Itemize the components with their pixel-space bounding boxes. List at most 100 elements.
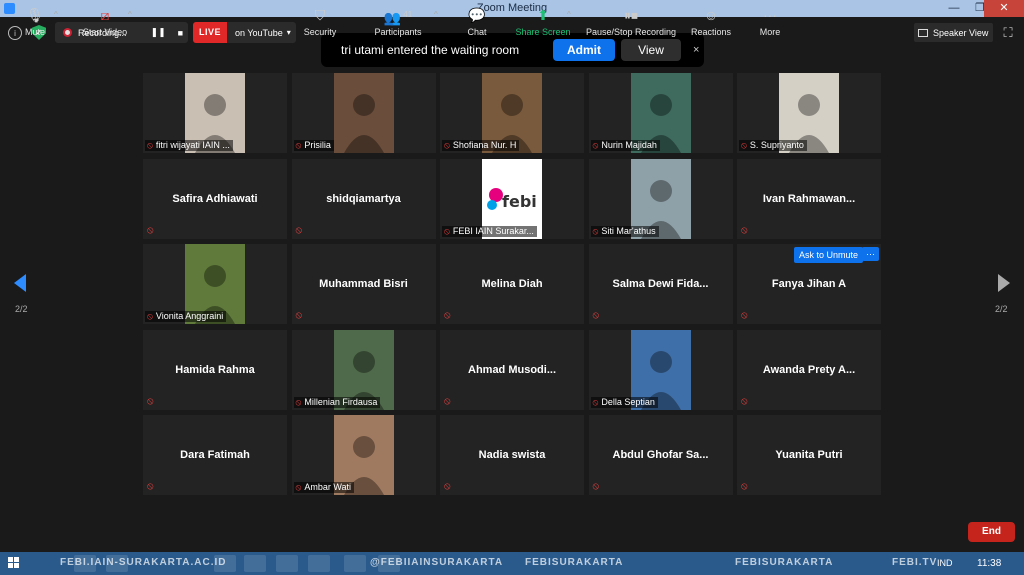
participant-tile[interactable]: ⦸ Millenian Firdausa [291,329,436,410]
participant-tile[interactable]: ⦸ S. Supriyanto [737,73,881,153]
participant-tile[interactable]: ⦸ Nurin Majidah [588,73,733,153]
participant-tile[interactable]: Melina Diah ⦸ [440,244,584,324]
muted-mic-icon: ⦸ [592,140,599,150]
participant-name: Melina Diah [481,278,543,290]
taskbar-app-1[interactable] [214,555,236,572]
speaker-view-button[interactable]: Speaker View [914,23,993,42]
taskbar-app-firefox[interactable] [74,555,96,572]
svg-text:febi: febi [502,192,537,211]
participant-tile[interactable]: shidqiamartya ⦸ [291,158,436,239]
participant-tile[interactable]: ⦸ Siti Mar'athus [588,158,733,239]
fullscreen-icon[interactable]: ⛶ [1001,25,1015,40]
page-indicator-left: 2/2 [15,304,28,314]
participant-tile[interactable]: Yuanita Putri ⦸ [737,415,881,495]
participant-tile[interactable]: ⦸ Vionita Anggraini [143,244,287,324]
pause-recording-icon[interactable]: ❚❚ [151,27,166,38]
taskbar-app-2[interactable] [244,555,266,572]
minimize-button[interactable]: — [940,0,968,17]
participant-tile[interactable]: Ivan Rahmawan... ⦸ [737,158,881,239]
close-window-button[interactable]: ✕ [984,0,1024,17]
participant-tile[interactable]: ⦸ Ambar Wati [291,415,436,495]
participant-name: FEBI IAIN Surakar... [452,225,534,236]
chat-label: Chat [467,27,487,37]
start-video-button[interactable]: ⧄ Start Video [78,6,132,37]
muted-mic-icon: ⦸ [741,310,748,321]
chat-button[interactable]: 💬 Chat [462,6,492,37]
participant-name: Salma Dewi Fida... [612,278,709,290]
view-button[interactable]: View [621,39,681,61]
muted-mic-icon: ⦸ [444,395,451,407]
watermark-tv: FEBI.TV [892,557,938,568]
share-screen-label: Share Screen [515,27,571,37]
participant-tile[interactable]: Salma Dewi Fida... ⦸ [588,244,733,324]
participant-tile[interactable]: Ahmad Musodi... ⦸ [440,329,584,410]
start-video-label: Start Video [82,27,128,37]
participants-button[interactable]: 👥 41 Participants [372,6,424,37]
participant-tile[interactable]: ⦸ Shofiana Nur. H [440,73,584,153]
participant-name-label: ⦸ Shofiana Nur. H [442,140,520,151]
taskbar-app-chrome[interactable] [276,555,298,572]
participant-tile[interactable]: ⦸ Della Septian [588,329,733,410]
ask-to-unmute-button[interactable]: Ask to Unmute [793,247,863,263]
more-button[interactable]: ··· More [756,6,784,37]
reactions-button[interactable]: ☺ Reactions [690,6,732,37]
participant-tile[interactable]: Abdul Ghofar Sa... ⦸ [588,415,733,495]
watermark-twitter: FEBISURAKARTA [735,557,834,568]
pause-stop-recording-button[interactable]: ⏸⏹ Pause/Stop Recording [585,6,677,37]
live-target: on YouTube [235,27,283,38]
participant-tile[interactable]: Muhammad Bisri ⦸ [291,244,436,324]
audio-options-caret-icon[interactable]: ^ [54,10,58,19]
muted-mic-icon: ⦸ [444,225,450,236]
taskbar-app-word[interactable] [308,555,330,572]
waiting-room-message: tri utami entered the waiting room [341,43,520,57]
pause-stop-icon: ⏸⏹ [624,7,638,23]
participant-name: Fanya Jihan A [771,278,847,290]
participant-name-label: ⦸ FEBI IAIN Surakar... [442,225,537,237]
muted-mic-icon: ⦸ [444,310,451,321]
participant-tile[interactable]: Hamida Rahma ⦸ [143,329,287,410]
window-title: Zoom Meeting [476,2,548,14]
admit-button[interactable]: Admit [553,39,615,61]
stop-recording-icon[interactable]: ■ [178,28,183,38]
end-meeting-button[interactable]: End [968,522,1015,542]
live-stream-indicator[interactable]: LIVE on YouTube ▾ [193,22,296,43]
recording-label-toolbar: Pause/Stop Recording [585,27,677,37]
watermark-instagram-handle: FEBISURAKARTA [525,557,624,568]
security-label: Security [303,27,337,37]
share-options-caret-icon[interactable]: ^ [567,10,571,19]
windows-start-icon[interactable] [8,557,20,569]
participant-more-icon[interactable]: ··· [862,247,879,261]
participant-tile[interactable]: ⦸ Prisilia [291,73,436,153]
participant-name: Nurin Majidah [601,140,657,150]
participant-tile[interactable]: Nadia swista ⦸ [440,415,584,495]
share-screen-button[interactable]: ⬆ Share Screen [514,6,572,37]
participant-name: Ahmad Musodi... [468,363,556,376]
participant-tile[interactable]: Dara Fatimah ⦸ [143,415,287,495]
page-indicator-right: 2/2 [995,304,1008,314]
participants-options-caret-icon[interactable]: ^ [434,10,438,19]
participant-name-label: ⦸ fitri wijayati IAIN ... [145,140,233,151]
participant-name: Hamida Rahma [175,363,255,376]
participant-tile[interactable]: febi ⦸ FEBI IAIN Surakar... [440,158,584,239]
close-notification-icon[interactable]: × [693,44,699,56]
security-button[interactable]: ⛉ Security [300,6,340,37]
participant-name-label: ⦸ Prisilia [293,140,334,151]
participant-tile[interactable]: Awanda Prety A... ⦸ [737,329,881,410]
participant-tile[interactable]: ⦸ fitri wijayati IAIN ... [143,73,287,153]
participant-tile[interactable]: Fanya Jihan A ⦸ Ask to Unmute ··· [737,244,881,324]
next-page-arrow-icon[interactable] [998,274,1010,292]
previous-page-arrow-icon[interactable] [14,274,26,292]
participant-name: S. Supriyanto [749,140,804,150]
muted-mic-icon: ⦸ [147,395,154,407]
video-options-caret-icon[interactable]: ^ [128,10,132,19]
chat-icon: 💬 [468,7,486,23]
language-indicator[interactable]: IND [937,558,953,568]
participant-name: Millenian Firdausa [304,396,378,407]
taskbar-app-explorer[interactable] [106,555,128,572]
window-titlebar: Zoom Meeting — ❐ ✕ [0,0,1024,17]
participant-name: Vionita Anggraini [155,311,224,321]
participant-tile[interactable]: Safira Adhiawati ⦸ [143,158,287,239]
mute-button[interactable]: 🎙 Mute [18,6,52,37]
participant-name: Safira Adhiawati [172,192,258,205]
taskbar-app-zoom[interactable] [344,555,366,572]
